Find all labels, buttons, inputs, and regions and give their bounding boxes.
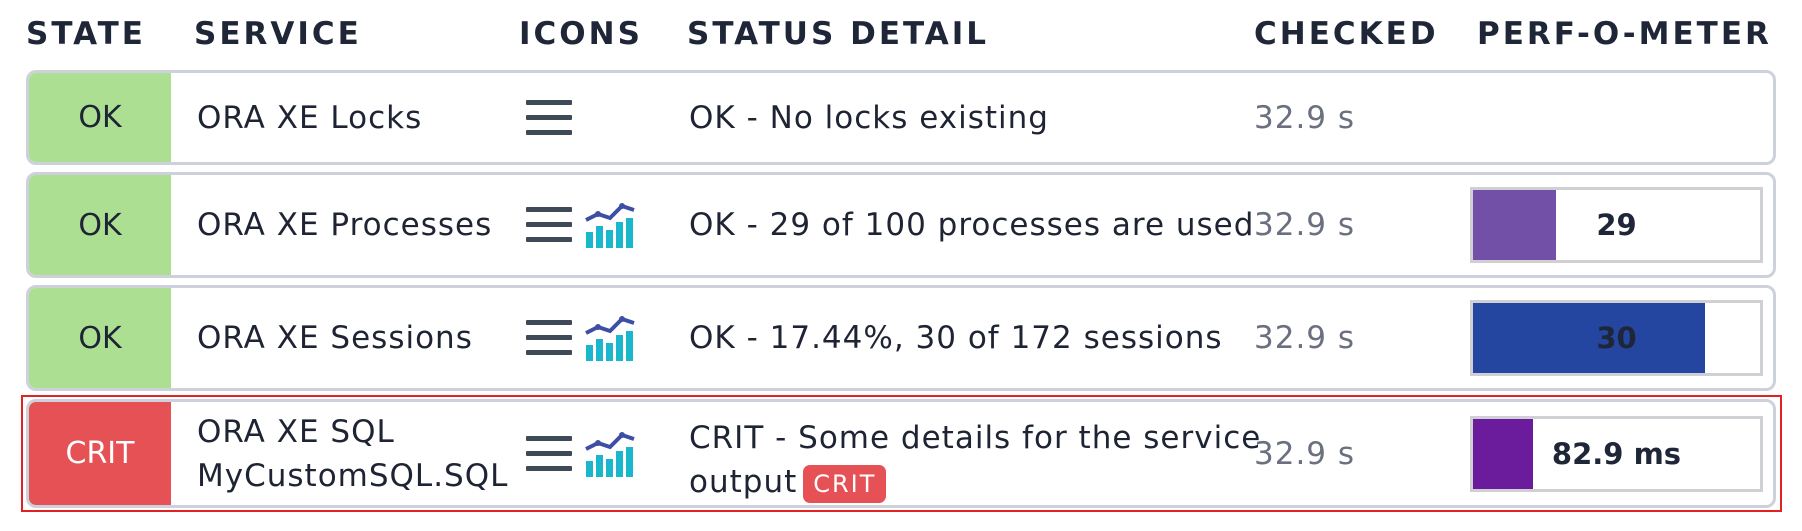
header-service[interactable]: SERVICE bbox=[194, 16, 362, 52]
icons-cell bbox=[526, 402, 636, 505]
icons-cell bbox=[526, 288, 636, 388]
crit-badge: CRIT bbox=[803, 464, 887, 503]
status-detail: CRIT - Some details for the service outp… bbox=[689, 402, 1261, 505]
checked-time: 32.9 s bbox=[1254, 99, 1356, 136]
status-detail: OK - 17.44%, 30 of 172 sessions bbox=[689, 320, 1223, 356]
perf-o-meter[interactable]: 30 bbox=[1470, 288, 1763, 388]
status-detail-text: output bbox=[689, 464, 798, 500]
state-badge: OK bbox=[29, 175, 171, 275]
header-checked[interactable]: CHECKED bbox=[1254, 16, 1439, 52]
table-row: OK ORA XE Locks OK - No locks existing 3… bbox=[26, 70, 1776, 165]
state-badge: OK bbox=[29, 73, 171, 162]
service-link[interactable]: ORA XE SQL MyCustomSQL.SQL bbox=[197, 402, 508, 505]
service-link[interactable]: ORA XE Processes bbox=[197, 175, 492, 275]
checked-time: 32.9 s bbox=[1254, 207, 1356, 243]
status-detail: OK - No locks existing bbox=[689, 99, 1049, 136]
header-status-detail[interactable]: STATUS DETAIL bbox=[687, 16, 989, 52]
status-detail: OK - 29 of 100 processes are used bbox=[689, 207, 1255, 243]
graph-icon[interactable] bbox=[584, 315, 636, 361]
table-row: OK ORA XE Sessions OK - 17.44%, 30 of 17… bbox=[26, 285, 1776, 391]
header-state[interactable]: STATE bbox=[26, 16, 146, 52]
service-name-line2: MyCustomSQL.SQL bbox=[197, 457, 509, 494]
service-link[interactable]: ORA XE Sessions bbox=[197, 288, 473, 388]
status-detail-line1: CRIT - Some details for the service bbox=[689, 420, 1262, 456]
graph-icon[interactable] bbox=[584, 202, 636, 248]
perf-o-meter[interactable]: 29 bbox=[1470, 175, 1763, 275]
icons-cell bbox=[526, 73, 584, 162]
perf-value: 30 bbox=[1596, 321, 1637, 355]
header-icons: ICONS bbox=[519, 16, 643, 52]
header-perf-o-meter[interactable]: PERF-O-METER bbox=[1477, 16, 1772, 52]
perf-value: 29 bbox=[1596, 208, 1637, 242]
menu-icon[interactable] bbox=[526, 207, 572, 243]
checked-time: 32.9 s bbox=[1254, 435, 1356, 472]
checked-time: 32.9 s bbox=[1254, 320, 1356, 356]
table-row: CRIT ORA XE SQL MyCustomSQL.SQL CRIT - S… bbox=[26, 399, 1776, 508]
perf-o-meter[interactable]: 82.9 ms bbox=[1470, 402, 1763, 505]
status-detail-line2: output CRIT bbox=[689, 460, 1261, 504]
menu-icon[interactable] bbox=[526, 99, 572, 136]
table-row: OK ORA XE Processes OK - 29 of 100 proce… bbox=[26, 172, 1776, 278]
state-badge: OK bbox=[29, 288, 171, 388]
icons-cell bbox=[526, 175, 636, 275]
service-link[interactable]: ORA XE Locks bbox=[197, 73, 422, 162]
menu-icon[interactable] bbox=[526, 435, 572, 472]
menu-icon[interactable] bbox=[526, 320, 572, 356]
state-badge: CRIT bbox=[29, 402, 171, 505]
service-name-line1: ORA XE SQL bbox=[197, 413, 395, 450]
perf-value: 82.9 ms bbox=[1551, 436, 1682, 471]
graph-icon[interactable] bbox=[584, 431, 636, 477]
